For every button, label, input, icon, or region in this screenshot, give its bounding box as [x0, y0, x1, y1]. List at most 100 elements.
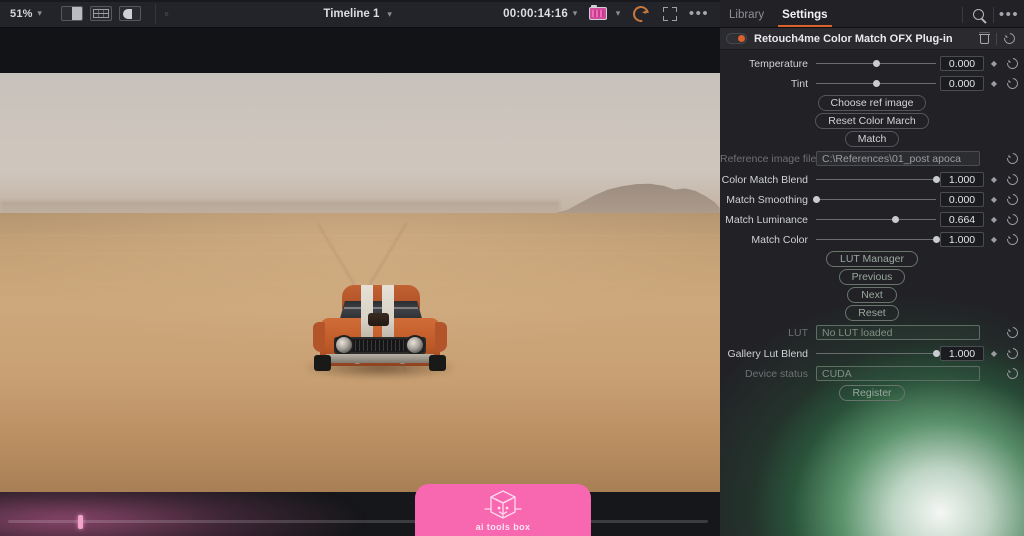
device-status-row: Device status CUDA [720, 364, 1024, 383]
register-button[interactable]: Register [839, 385, 905, 401]
plugin-enable-toggle[interactable] [726, 33, 747, 44]
param-slider[interactable] [816, 173, 940, 187]
expand-icon [663, 6, 677, 21]
reset-color-march-button[interactable]: Reset Color March [815, 113, 929, 129]
device-status-value: CUDA [816, 366, 980, 381]
param-value[interactable]: 0.000 [940, 76, 984, 91]
match-button[interactable]: Match [844, 131, 900, 147]
slider-knob[interactable] [932, 350, 940, 357]
param-row-tint: Tint 0.000 ◆ [720, 74, 1024, 93]
slider-track [816, 218, 936, 221]
chevron-down-icon[interactable]: ▾ [611, 8, 625, 19]
plugin-reset-button[interactable] [1000, 30, 1018, 47]
timecode-display: 00:00:14:16 [503, 7, 568, 20]
lut-value[interactable]: No LUT loaded [816, 325, 980, 340]
viewer-more-button[interactable]: ••• [686, 4, 712, 24]
choose-ref-image-button[interactable]: Choose ref image [817, 95, 927, 111]
param-reset-button[interactable] [1004, 75, 1020, 92]
split-view-icon[interactable] [60, 6, 83, 21]
tab-settings[interactable]: Settings [773, 9, 836, 27]
ellipsis-icon: ••• [998, 5, 1020, 23]
previous-button[interactable]: Previous [838, 269, 906, 285]
next-button[interactable]: Next [847, 287, 897, 303]
inspector-tab-bar: Library Settings ••• [720, 0, 1024, 28]
slider-knob[interactable] [932, 236, 940, 243]
param-reset-button[interactable] [1004, 55, 1020, 72]
watermark-badge: ai tools box [415, 484, 591, 536]
reference-image-file-label: Reference image file [720, 152, 816, 165]
scrubber-area[interactable] [0, 492, 720, 536]
zoom-control[interactable]: 51% ▾ [0, 0, 47, 27]
viewer-toolbar: 51% ▾ ◦ Timeline 1 ▾ 00:00:14:16 ▾ ▾ ••• [0, 0, 720, 28]
keyframe-icon[interactable]: ◆ [984, 79, 1004, 88]
keyframe-icon[interactable]: ◆ [984, 215, 1004, 224]
header-divider [996, 32, 997, 45]
keyframe-icon[interactable]: ◆ [984, 235, 1004, 244]
param-reset-button[interactable] [1004, 345, 1020, 362]
slider-knob[interactable] [812, 196, 820, 203]
snapshot-button[interactable] [585, 4, 611, 24]
param-reset-button[interactable] [1004, 231, 1020, 248]
param-reset-button[interactable] [1004, 211, 1020, 228]
param-value[interactable]: 1.000 [940, 232, 984, 247]
reset-icon [1004, 231, 1020, 248]
chevron-down-icon[interactable]: ▾ [383, 9, 397, 20]
video-stage [0, 28, 720, 492]
reset-icon [1004, 150, 1020, 167]
keyframe-icon[interactable]: ◆ [984, 175, 1004, 184]
button-row: Reset [720, 305, 1024, 321]
param-value[interactable]: 0.664 [940, 212, 984, 227]
param-label: Color Match Blend [721, 173, 808, 186]
reference-image-file-value[interactable]: C:\References\01_post apoca [816, 151, 980, 166]
param-value[interactable]: 0.000 [940, 56, 984, 71]
param-label: Temperature [749, 57, 808, 70]
grid-view-icon[interactable] [89, 6, 112, 21]
marker-dot-icon[interactable]: ◦ [156, 7, 178, 20]
tab-library[interactable]: Library [720, 9, 773, 27]
param-reset-button[interactable] [1004, 171, 1020, 188]
chevron-down-icon[interactable]: ▾ [568, 8, 582, 19]
param-label: Match Luminance [725, 213, 808, 226]
slider-knob[interactable] [932, 176, 940, 183]
inspector-search-button[interactable] [963, 3, 993, 25]
slider-knob[interactable] [872, 80, 880, 87]
reference-reset-button[interactable] [1004, 150, 1020, 167]
car-wiper [344, 307, 418, 309]
loop-button[interactable] [628, 2, 654, 25]
lut-manager-button[interactable]: LUT Manager [826, 251, 918, 267]
fullscreen-button[interactable] [657, 4, 683, 24]
chevron-down-icon[interactable]: ▾ [33, 8, 47, 19]
plugin-delete-button[interactable] [975, 33, 993, 44]
param-reset-button[interactable] [1004, 191, 1020, 208]
inspector-more-button[interactable]: ••• [994, 3, 1024, 25]
slider-knob[interactable] [872, 60, 880, 67]
param-slider[interactable] [812, 193, 936, 207]
keyframe-icon[interactable]: ◆ [984, 349, 1004, 358]
param-slider[interactable] [816, 347, 940, 361]
param-slider[interactable] [816, 233, 940, 247]
lut-label: LUT [788, 326, 808, 339]
button-row: LUT Manager [720, 251, 1024, 267]
zoom-level-label: 51% [10, 7, 33, 20]
param-slider[interactable] [816, 213, 936, 227]
lut-reset-button[interactable] [1004, 324, 1020, 341]
playhead-handle[interactable] [78, 515, 83, 529]
car-hood-scoop [368, 313, 389, 326]
param-value[interactable]: 1.000 [940, 172, 984, 187]
param-slider[interactable] [816, 77, 936, 91]
plugin-title: Retouch4me Color Match OFX Plug-in [754, 32, 953, 45]
param-value[interactable]: 0.000 [940, 192, 984, 207]
scrubber-track[interactable] [8, 520, 708, 523]
reset-lut-button[interactable]: Reset [845, 305, 899, 321]
slider-knob[interactable] [892, 216, 900, 223]
parameter-list: Temperature 0.000 ◆ Tint 0.000 ◆ Choose … [720, 50, 1024, 401]
device-reset-button[interactable] [1004, 365, 1020, 382]
wipe-view-icon[interactable] [118, 6, 141, 21]
param-slider[interactable] [816, 57, 936, 71]
param-label: Gallery Lut Blend [727, 347, 808, 360]
param-value[interactable]: 1.000 [940, 346, 984, 361]
keyframe-icon[interactable]: ◆ [984, 195, 1004, 204]
button-row: Reset Color March [720, 113, 1024, 129]
watermark-label: ai tools box [475, 522, 531, 532]
keyframe-icon[interactable]: ◆ [984, 59, 1004, 68]
